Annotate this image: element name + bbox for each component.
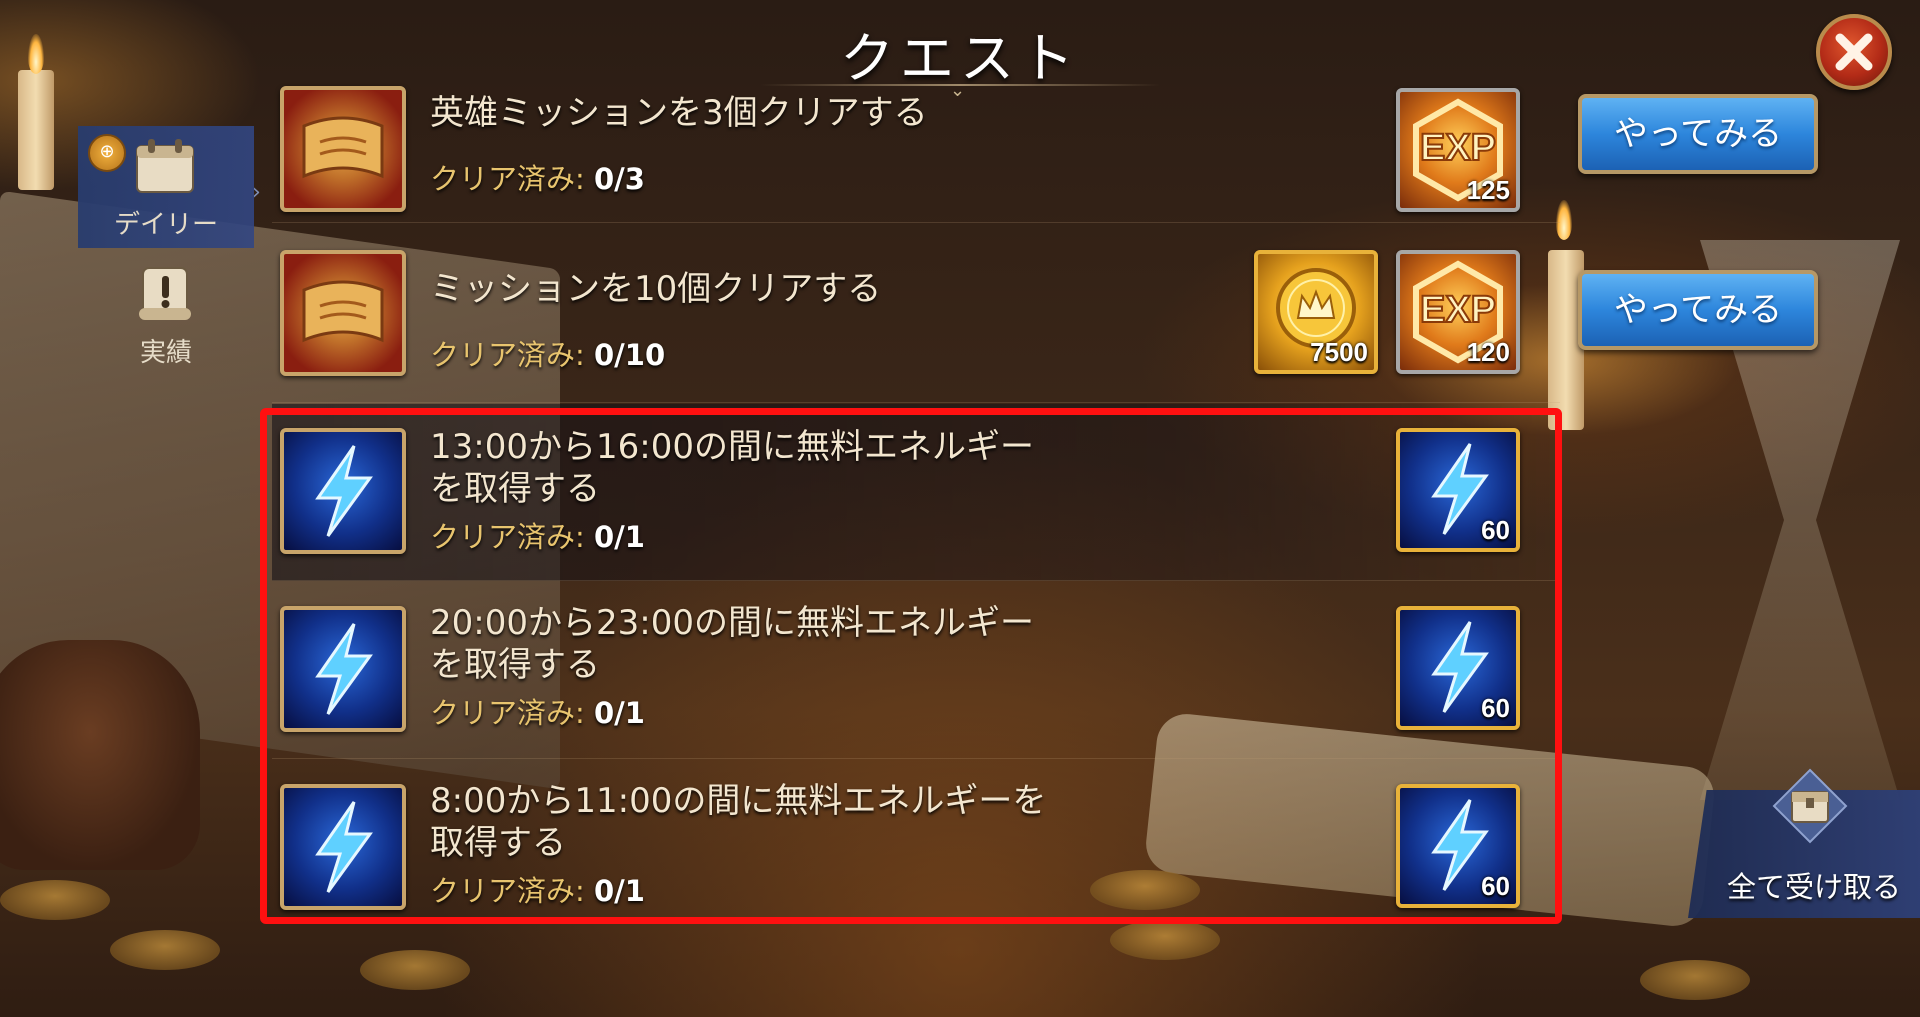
quest-title: ミッションを10個クリアする bbox=[430, 269, 882, 309]
tab-achievements-label: 実績 bbox=[139, 338, 192, 368]
quest-row: ミッションを10個クリアする クリア済み: 0/10 7500 EXP 120 … bbox=[272, 226, 1818, 403]
close-button[interactable] bbox=[1816, 14, 1892, 90]
scroll-exclamation-icon bbox=[139, 267, 191, 320]
scroll-icon bbox=[280, 86, 406, 212]
quest-row: 英雄ミッションを3個クリアする クリア済み: 0/3 EXP 125 やってみる bbox=[272, 50, 1818, 223]
quest-progress: クリア済み: 0/3 bbox=[430, 156, 645, 198]
reward-gold: 7500 bbox=[1254, 250, 1378, 374]
treasure-chest-icon bbox=[1772, 768, 1848, 844]
background-coin bbox=[1640, 960, 1750, 1000]
calendar-icon bbox=[136, 139, 194, 193]
try-button[interactable]: やってみる bbox=[1578, 94, 1818, 174]
reward-exp: EXP 125 bbox=[1396, 88, 1520, 212]
quest-progress: クリア済み: 0/10 bbox=[430, 332, 665, 374]
progress-value: 0/10 bbox=[594, 338, 666, 372]
reward-amount: 120 bbox=[1466, 337, 1510, 367]
tab-pointer-icon: › bbox=[252, 180, 261, 205]
tab-achievements[interactable]: 実績 bbox=[78, 256, 254, 378]
collect-all-label[interactable]: 全て受け取る bbox=[1708, 864, 1920, 906]
svg-text:EXP: EXP bbox=[1420, 127, 1496, 169]
scroll-icon bbox=[280, 250, 406, 376]
close-icon bbox=[1835, 33, 1873, 71]
reward-amount: 7500 bbox=[1310, 337, 1368, 367]
highlight-box bbox=[260, 408, 1562, 924]
reward-exp: EXP 120 bbox=[1396, 250, 1520, 374]
sidebar: デイリー ⊕ › 実績 bbox=[0, 0, 261, 1017]
quest-title: 英雄ミッションを3個クリアする bbox=[430, 93, 928, 133]
tab-daily-label: デイリー bbox=[113, 210, 218, 240]
background-coin bbox=[360, 950, 470, 990]
svg-text:EXP: EXP bbox=[1420, 289, 1496, 331]
progress-label: クリア済み: bbox=[430, 162, 585, 196]
progress-value: 0/3 bbox=[594, 162, 645, 196]
try-button[interactable]: やってみる bbox=[1578, 270, 1818, 350]
progress-label: クリア済み: bbox=[430, 338, 585, 372]
gift-icon: ⊕ bbox=[88, 134, 126, 172]
reward-amount: 125 bbox=[1466, 175, 1510, 205]
